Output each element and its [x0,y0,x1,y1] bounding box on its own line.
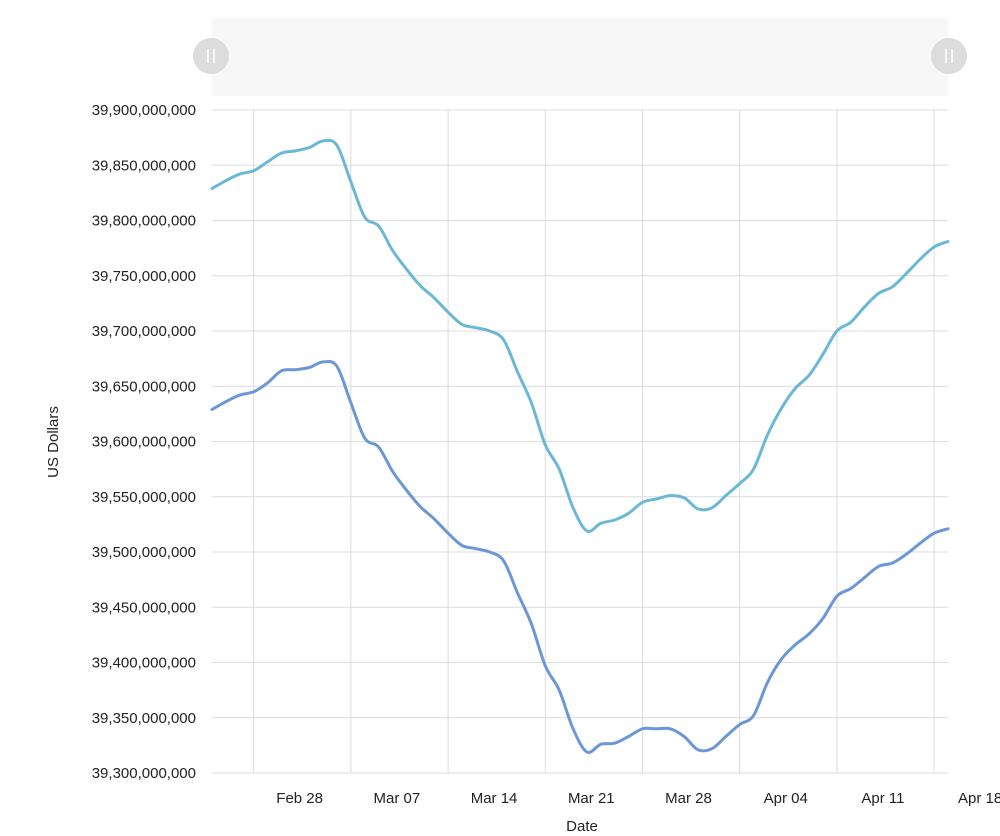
line-chart: 39,300,000,000 39,350,000,000 39,400,000,0… [0,0,1000,836]
x-tick-label: Apr 18 [958,790,1000,807]
y-axis-label: US Dollars [45,406,62,478]
range-right-handle[interactable] [931,38,967,74]
x-tick-label: Mar 07 [374,790,421,807]
y-tick-label: 39,300,000,000 [92,765,196,782]
y-tick-label: 39,400,000,000 [92,655,196,672]
y-tick-label: 39,500,000,000 [92,544,196,561]
range-selector[interactable] [193,18,967,96]
horizontal-gridlines [212,110,948,773]
y-tick-label: 39,750,000,000 [92,268,196,285]
y-tick-label: 39,450,000,000 [92,599,196,616]
y-tick-label: 39,350,000,000 [92,710,196,727]
x-tick-label: Mar 14 [471,790,518,807]
y-tick-label: 39,900,000,000 [92,102,196,119]
y-tick-label: 39,800,000,000 [92,213,196,230]
y-tick-label: 39,850,000,000 [92,157,196,174]
y-tick-label: 39,650,000,000 [92,378,196,395]
y-tick-label: 39,600,000,000 [92,434,196,451]
x-tick-label: Apr 04 [764,790,808,807]
range-left-handle-knob[interactable] [193,38,229,74]
x-tick-label: Apr 11 [861,790,904,807]
range-selector-track[interactable] [212,18,948,96]
x-tick-label: Mar 28 [665,790,712,807]
series-line-2 [212,361,948,752]
x-axis-label: Date [566,818,598,835]
series-layer [212,140,948,752]
y-tick-label: 39,550,000,000 [92,489,196,506]
x-axis-ticks: Feb 28 Mar 07 Mar 14 Mar 21 Mar 28 Apr 04 Apr … [276,790,1000,807]
x-tick-label: Feb 28 [276,790,323,807]
range-right-handle-knob[interactable] [931,38,967,74]
x-tick-label: Mar 21 [568,790,615,807]
y-axis-ticks: 39,300,000,000 39,350,000,000 39,400,000,0… [92,102,196,782]
y-tick-label: 39,700,000,000 [92,323,196,340]
range-left-handle[interactable] [193,38,229,74]
series-line-1 [212,140,948,531]
